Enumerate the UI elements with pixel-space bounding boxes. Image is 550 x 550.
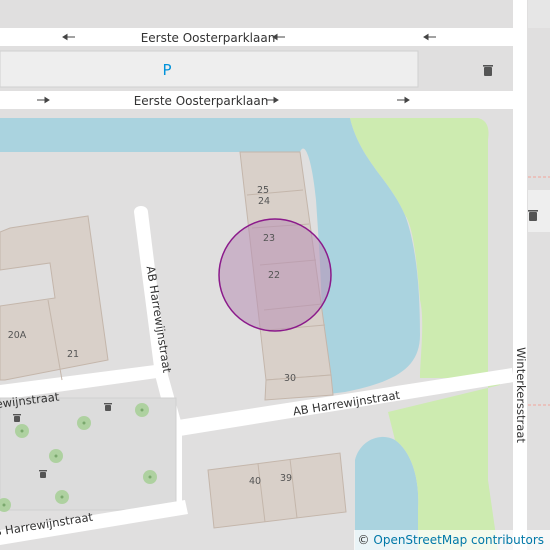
house-number: 40 [249,476,261,487]
house-number: 39 [280,473,292,484]
map-canvas[interactable]: P Eerste Oosterparklaan Eerste Oosterpar… [0,0,550,550]
house-number: 24 [258,196,270,207]
house-number: 25 [257,185,269,196]
street-label-second: Eerste Oosterparklaan [134,94,269,108]
house-number: 20A [8,330,27,341]
copyright-symbol: © [357,533,370,547]
house-number: 21 [67,349,79,360]
osm-contributors-link[interactable]: OpenStreetMap contributors [373,533,544,547]
house-number: 30 [284,373,296,384]
road-right [513,0,527,550]
street-label-top: Eerste Oosterparklaan [141,31,276,45]
house-number: 22 [268,270,280,281]
parking-lot [0,50,419,88]
map-svg: P Eerste Oosterparklaan Eerste Oosterpar… [0,0,550,550]
map-attribution: © OpenStreetMap contributors [353,530,550,550]
house-number: 23 [263,233,275,244]
parking-icon: P [162,61,171,79]
street-label-right: Winterkersstraat [514,347,528,443]
